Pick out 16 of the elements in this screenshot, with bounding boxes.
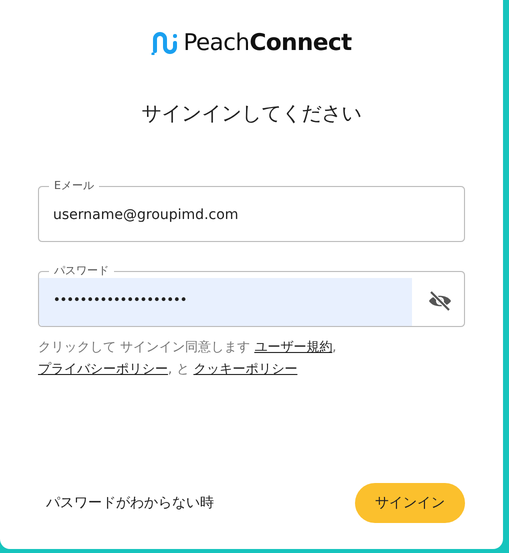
- forgot-password-link[interactable]: パスワードがわからない時: [46, 494, 214, 512]
- text-input[interactable]: ••••••••••••••••••••: [39, 278, 412, 326]
- eye-slash-icon[interactable]: [428, 291, 452, 311]
- logo-icon: [151, 31, 178, 55]
- text-input[interactable]: username@groupimd.com: [39, 193, 464, 241]
- terms-link[interactable]: クッキーポリシー: [193, 362, 298, 377]
- field-label: パスワード: [53, 264, 110, 278]
- terms-text: クリックして サインイン同意します ユーザー規約, プライバシーポリシー, と クッキーポリシー: [38, 339, 338, 379]
- sign-in-button[interactable]: サインイン: [355, 483, 465, 523]
- terms-link[interactable]: プライバシーポリシー: [38, 362, 168, 377]
- input-field[interactable]: Eメール username@groupimd.com: [38, 179, 465, 242]
- terms-link[interactable]: ユーザー規約: [254, 340, 332, 355]
- input-field[interactable]: パスワード ••••••••••••••••••••: [38, 264, 465, 327]
- logo-text: PeachConnect: [183, 30, 352, 56]
- field-label: Eメール: [53, 179, 95, 193]
- page-title: サインインしてください: [140, 100, 362, 127]
